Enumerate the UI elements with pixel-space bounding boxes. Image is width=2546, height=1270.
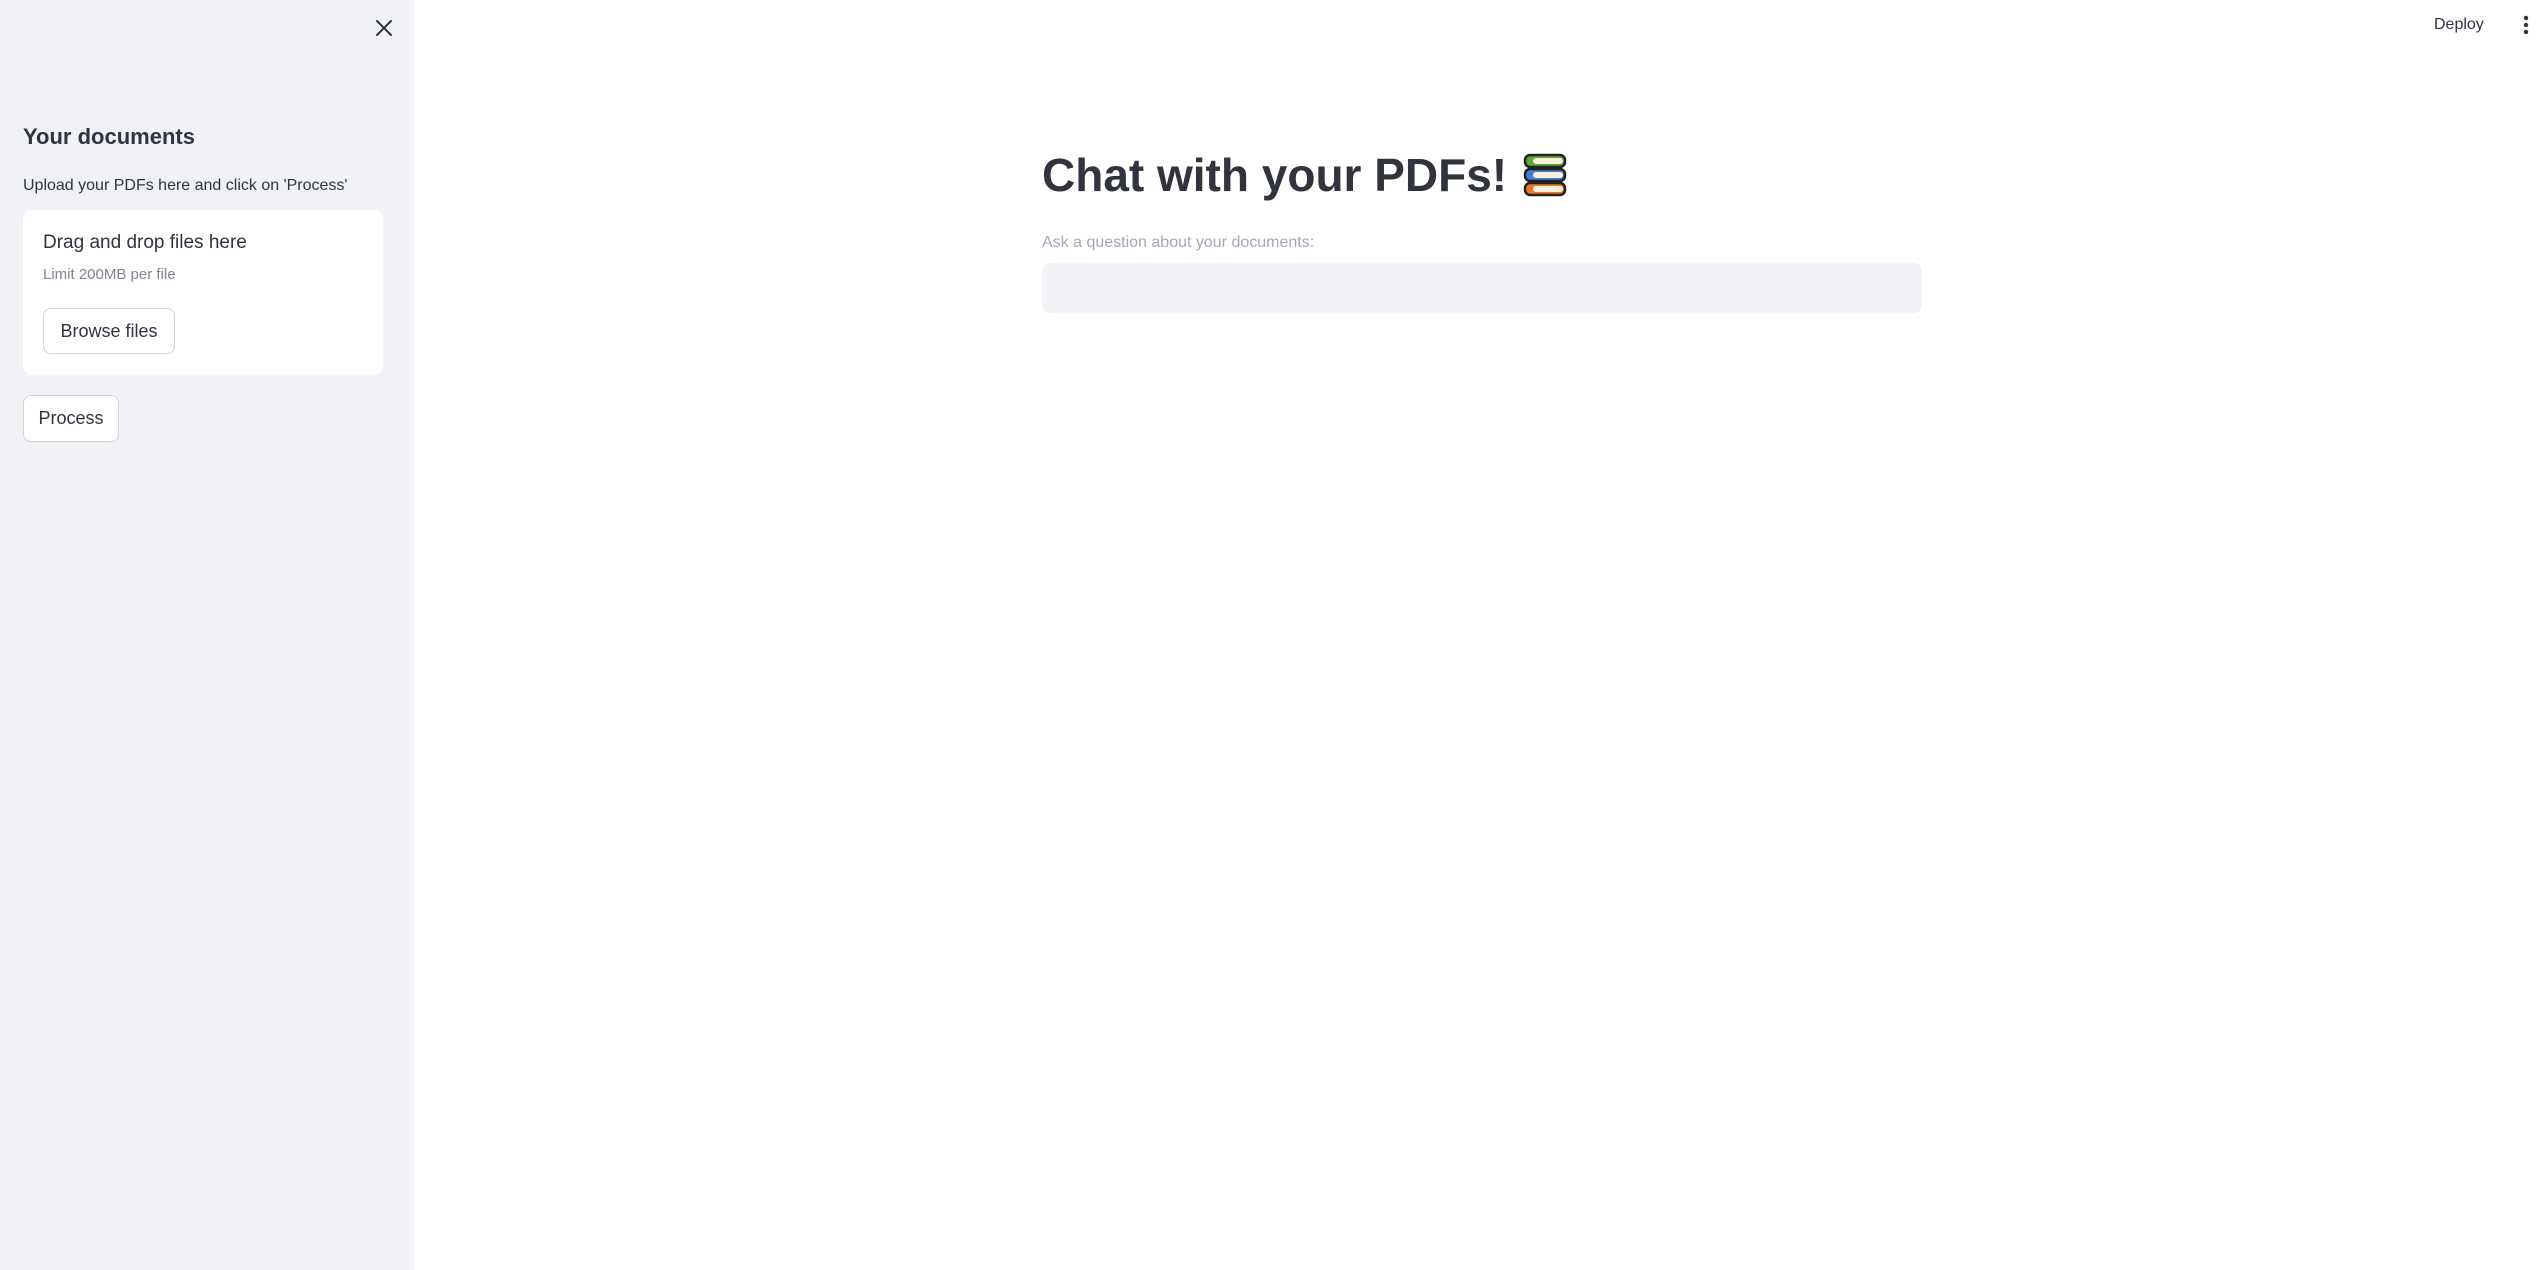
upload-instructions: Upload your PDFs here and click on 'Proc… — [23, 177, 348, 194]
page-title-text: Chat with your PDFs! — [1042, 149, 1508, 201]
deploy-button[interactable]: Deploy — [2428, 10, 2490, 40]
dropzone-title: Drag and drop files here — [43, 232, 247, 253]
process-button[interactable]: Process — [23, 395, 119, 442]
main-menu-button[interactable] — [2512, 10, 2540, 40]
dropzone-limit: Limit 200MB per file — [43, 266, 176, 283]
browse-files-button[interactable]: Browse files — [43, 308, 175, 354]
sidebar-heading: Your documents — [23, 124, 195, 149]
question-label: Ask a question about your documents: — [1042, 234, 1315, 251]
app-root: Your documents Upload your PDFs here and… — [0, 0, 2546, 1270]
question-input[interactable] — [1042, 263, 1922, 313]
books-icon — [1523, 153, 1567, 197]
more-vertical-icon — [2523, 15, 2529, 35]
file-uploader-dropzone[interactable]: Drag and drop files here Limit 200MB per… — [23, 210, 383, 375]
close-icon — [376, 20, 392, 36]
sidebar: Your documents Upload your PDFs here and… — [0, 0, 414, 1270]
page-title: Chat with your PDFs! — [1042, 148, 1569, 202]
close-sidebar-button[interactable] — [370, 14, 398, 42]
